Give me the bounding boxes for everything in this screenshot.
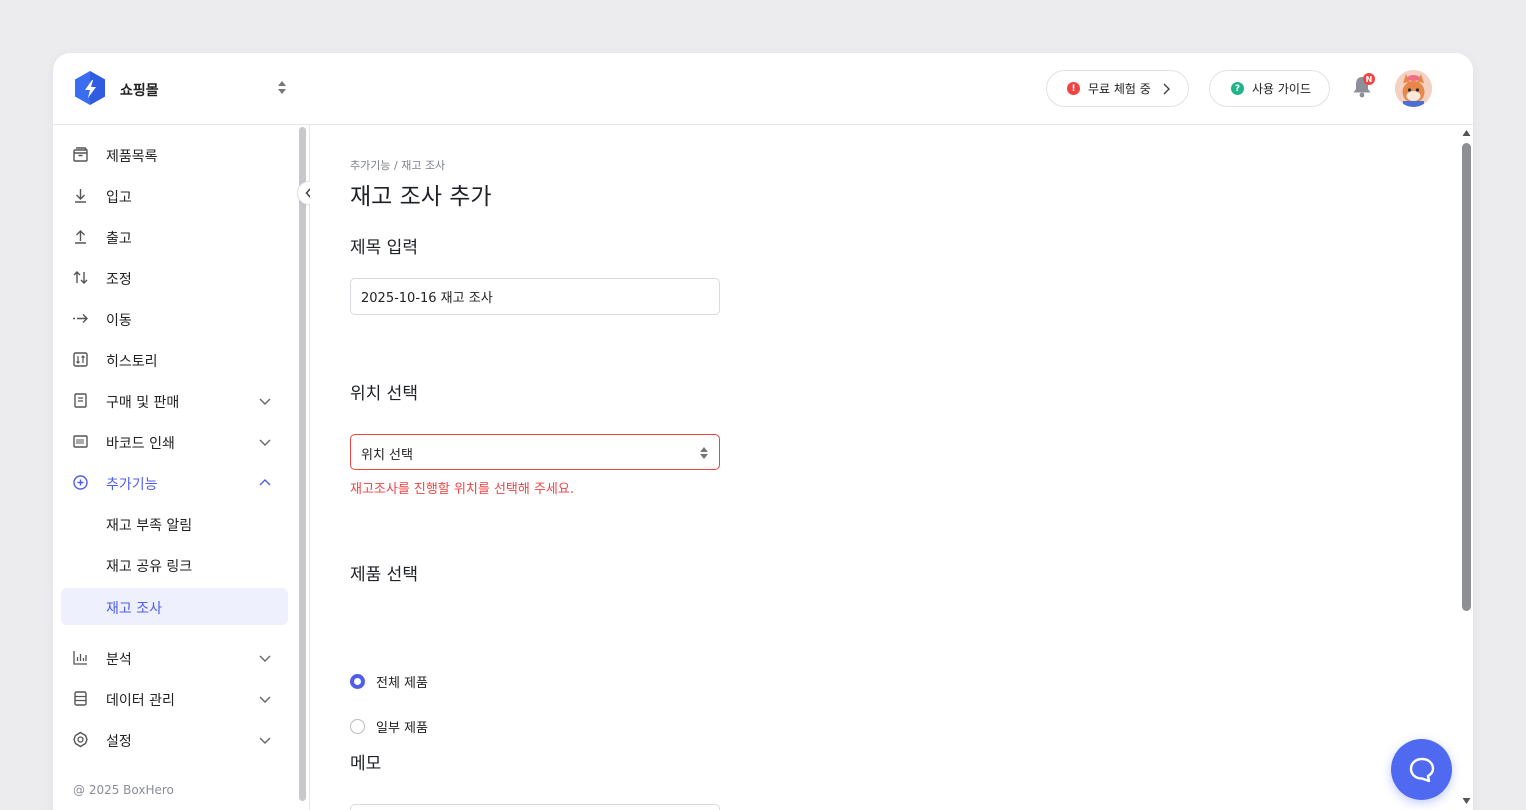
notification-badge: N [1363,73,1375,85]
sidebar-item-label: 제품목록 [106,149,158,165]
radio-some-products[interactable]: 일부 제품 [350,717,428,736]
sidebar-item-label: 이동 [106,313,132,329]
breadcrumb-separator: / [393,159,398,172]
sidebar-item-label: 재고 공유 링크 [106,559,193,575]
user-avatar[interactable] [1395,70,1432,107]
sidebar-item-label: 설정 [106,734,132,750]
chevron-up-icon [259,479,271,486]
sidebar-item-label: 추가기능 [106,477,158,493]
sidebar-item-label: 재고 부족 알림 [106,518,193,534]
sidebar-item-label: 분석 [106,652,132,668]
select-caret-icon [700,447,708,459]
chevron-down-icon [259,398,271,405]
sidebar-item-settings[interactable]: 설정 [61,721,288,758]
boxhero-logo[interactable] [73,70,107,106]
location-error-message: 재고조사를 진행할 위치를 선택해 주세요. [350,482,574,497]
chevron-down-icon [259,439,271,446]
location-select[interactable]: 위치 선택 [350,434,720,470]
sidebar-subitem-stock-count[interactable]: 재고 조사 [61,588,288,625]
product-section-label: 제품 선택 [350,565,418,585]
app-window: 쇼핑몰 ! 무료 체험 중 ? 사용 가이드 N 제품목록 입고 출고 조정 이… [53,53,1473,810]
alert-icon: ! [1067,82,1080,95]
swap-vertical-icon [73,271,88,284]
sidebar-item-move[interactable]: 이동 [61,300,288,337]
chat-bubble-icon [1409,757,1434,782]
chat-support-button[interactable] [1391,739,1452,800]
arrow-down-icon [75,189,86,203]
scroll-up-arrow-icon[interactable] [1462,129,1471,137]
sidebar-item-products[interactable]: 제품목록 [61,136,288,173]
barcode-icon [73,435,88,448]
sidebar-item-barcode[interactable]: 바코드 인쇄 [61,423,288,460]
main-content: 추가기능 / 재고 조사 재고 조사 추가 제목 입력 위치 선택 위치 선택 … [310,125,1473,810]
radio-label: 전체 제품 [376,676,428,691]
radio-all-products[interactable]: 전체 제품 [350,672,428,691]
breadcrumb-current: 재고 조사 [401,159,446,172]
store-switch-icon[interactable] [275,78,289,98]
location-select-value: 위치 선택 [361,448,413,463]
radio-unchecked [350,719,365,734]
page-title: 재고 조사 추가 [350,184,492,210]
sidebar-item-adjust[interactable]: 조정 [61,259,288,296]
breadcrumb-parent-link[interactable]: 추가기능 [350,159,390,172]
sidebar-item-label: 히스토리 [106,354,158,370]
sidebar-item-label: 입고 [106,190,132,206]
box-icon [73,147,88,162]
sidebar-item-label: 재고 조사 [106,601,162,617]
plus-circle-icon [73,475,88,490]
sidebar-item-label: 바코드 인쇄 [106,436,175,452]
user-guide-button[interactable]: ? 사용 가이드 [1209,70,1330,107]
document-icon [74,393,87,408]
sidebar-item-label: 구매 및 판매 [106,395,180,411]
history-icon [73,352,88,367]
copyright-footer: @ 2025 BoxHero [73,783,174,797]
memo-section-label: 메모 [350,754,382,774]
title-section-label: 제목 입력 [350,238,418,258]
chevron-down-icon [259,696,271,703]
chevron-down-icon [259,737,271,744]
sidebar-item-stock-in[interactable]: 입고 [61,177,288,214]
gear-icon [73,731,88,748]
sidebar-item-data-management[interactable]: 데이터 관리 [61,680,288,717]
sidebar-item-label: 조정 [106,272,132,288]
sidebar-item-analytics[interactable]: 분석 [61,639,288,676]
sidebar: 제품목록 입고 출고 조정 이동 히스토리 구매 및 판매 바코드 인쇄 추가기… [53,125,309,810]
sidebar-item-history[interactable]: 히스토리 [61,341,288,378]
radio-label: 일부 제품 [376,721,428,736]
store-name: 쇼핑몰 [120,83,159,99]
sidebar-item-label: 출고 [106,231,132,247]
sidebar-item-label: 데이터 관리 [106,693,175,709]
breadcrumb: 추가기능 / 재고 조사 [350,157,445,173]
help-icon: ? [1231,82,1244,95]
free-trial-label: 무료 체험 중 [1088,82,1151,96]
free-trial-button[interactable]: ! 무료 체험 중 [1046,70,1189,107]
chevron-down-icon [259,655,271,662]
sidebar-subitem-stock-share-link[interactable]: 재고 공유 링크 [61,546,288,583]
dashed-arrow-right-icon [73,314,88,323]
radio-checked [350,674,365,689]
bar-chart-icon [73,651,87,665]
memo-textarea[interactable] [350,804,720,810]
sidebar-item-extensions[interactable]: 추가기능 [61,464,288,501]
sidebar-scrollbar[interactable] [299,127,306,801]
scroll-down-arrow-icon[interactable] [1462,797,1471,805]
arrow-up-icon [75,230,86,244]
database-icon [74,691,87,706]
sidebar-subitem-low-stock-alert[interactable]: 재고 부족 알림 [61,505,288,542]
user-guide-label: 사용 가이드 [1252,82,1312,96]
title-input[interactable] [350,278,720,315]
chevron-right-icon [1163,83,1170,94]
top-header: 쇼핑몰 ! 무료 체험 중 ? 사용 가이드 N [53,53,1473,125]
sidebar-item-stock-out[interactable]: 출고 [61,218,288,255]
location-section-label: 위치 선택 [350,384,418,404]
main-scrollbar-thumb[interactable] [1462,143,1471,611]
sidebar-item-purchase-sales[interactable]: 구매 및 판매 [61,382,288,419]
notification-bell-icon[interactable]: N [1351,73,1375,99]
